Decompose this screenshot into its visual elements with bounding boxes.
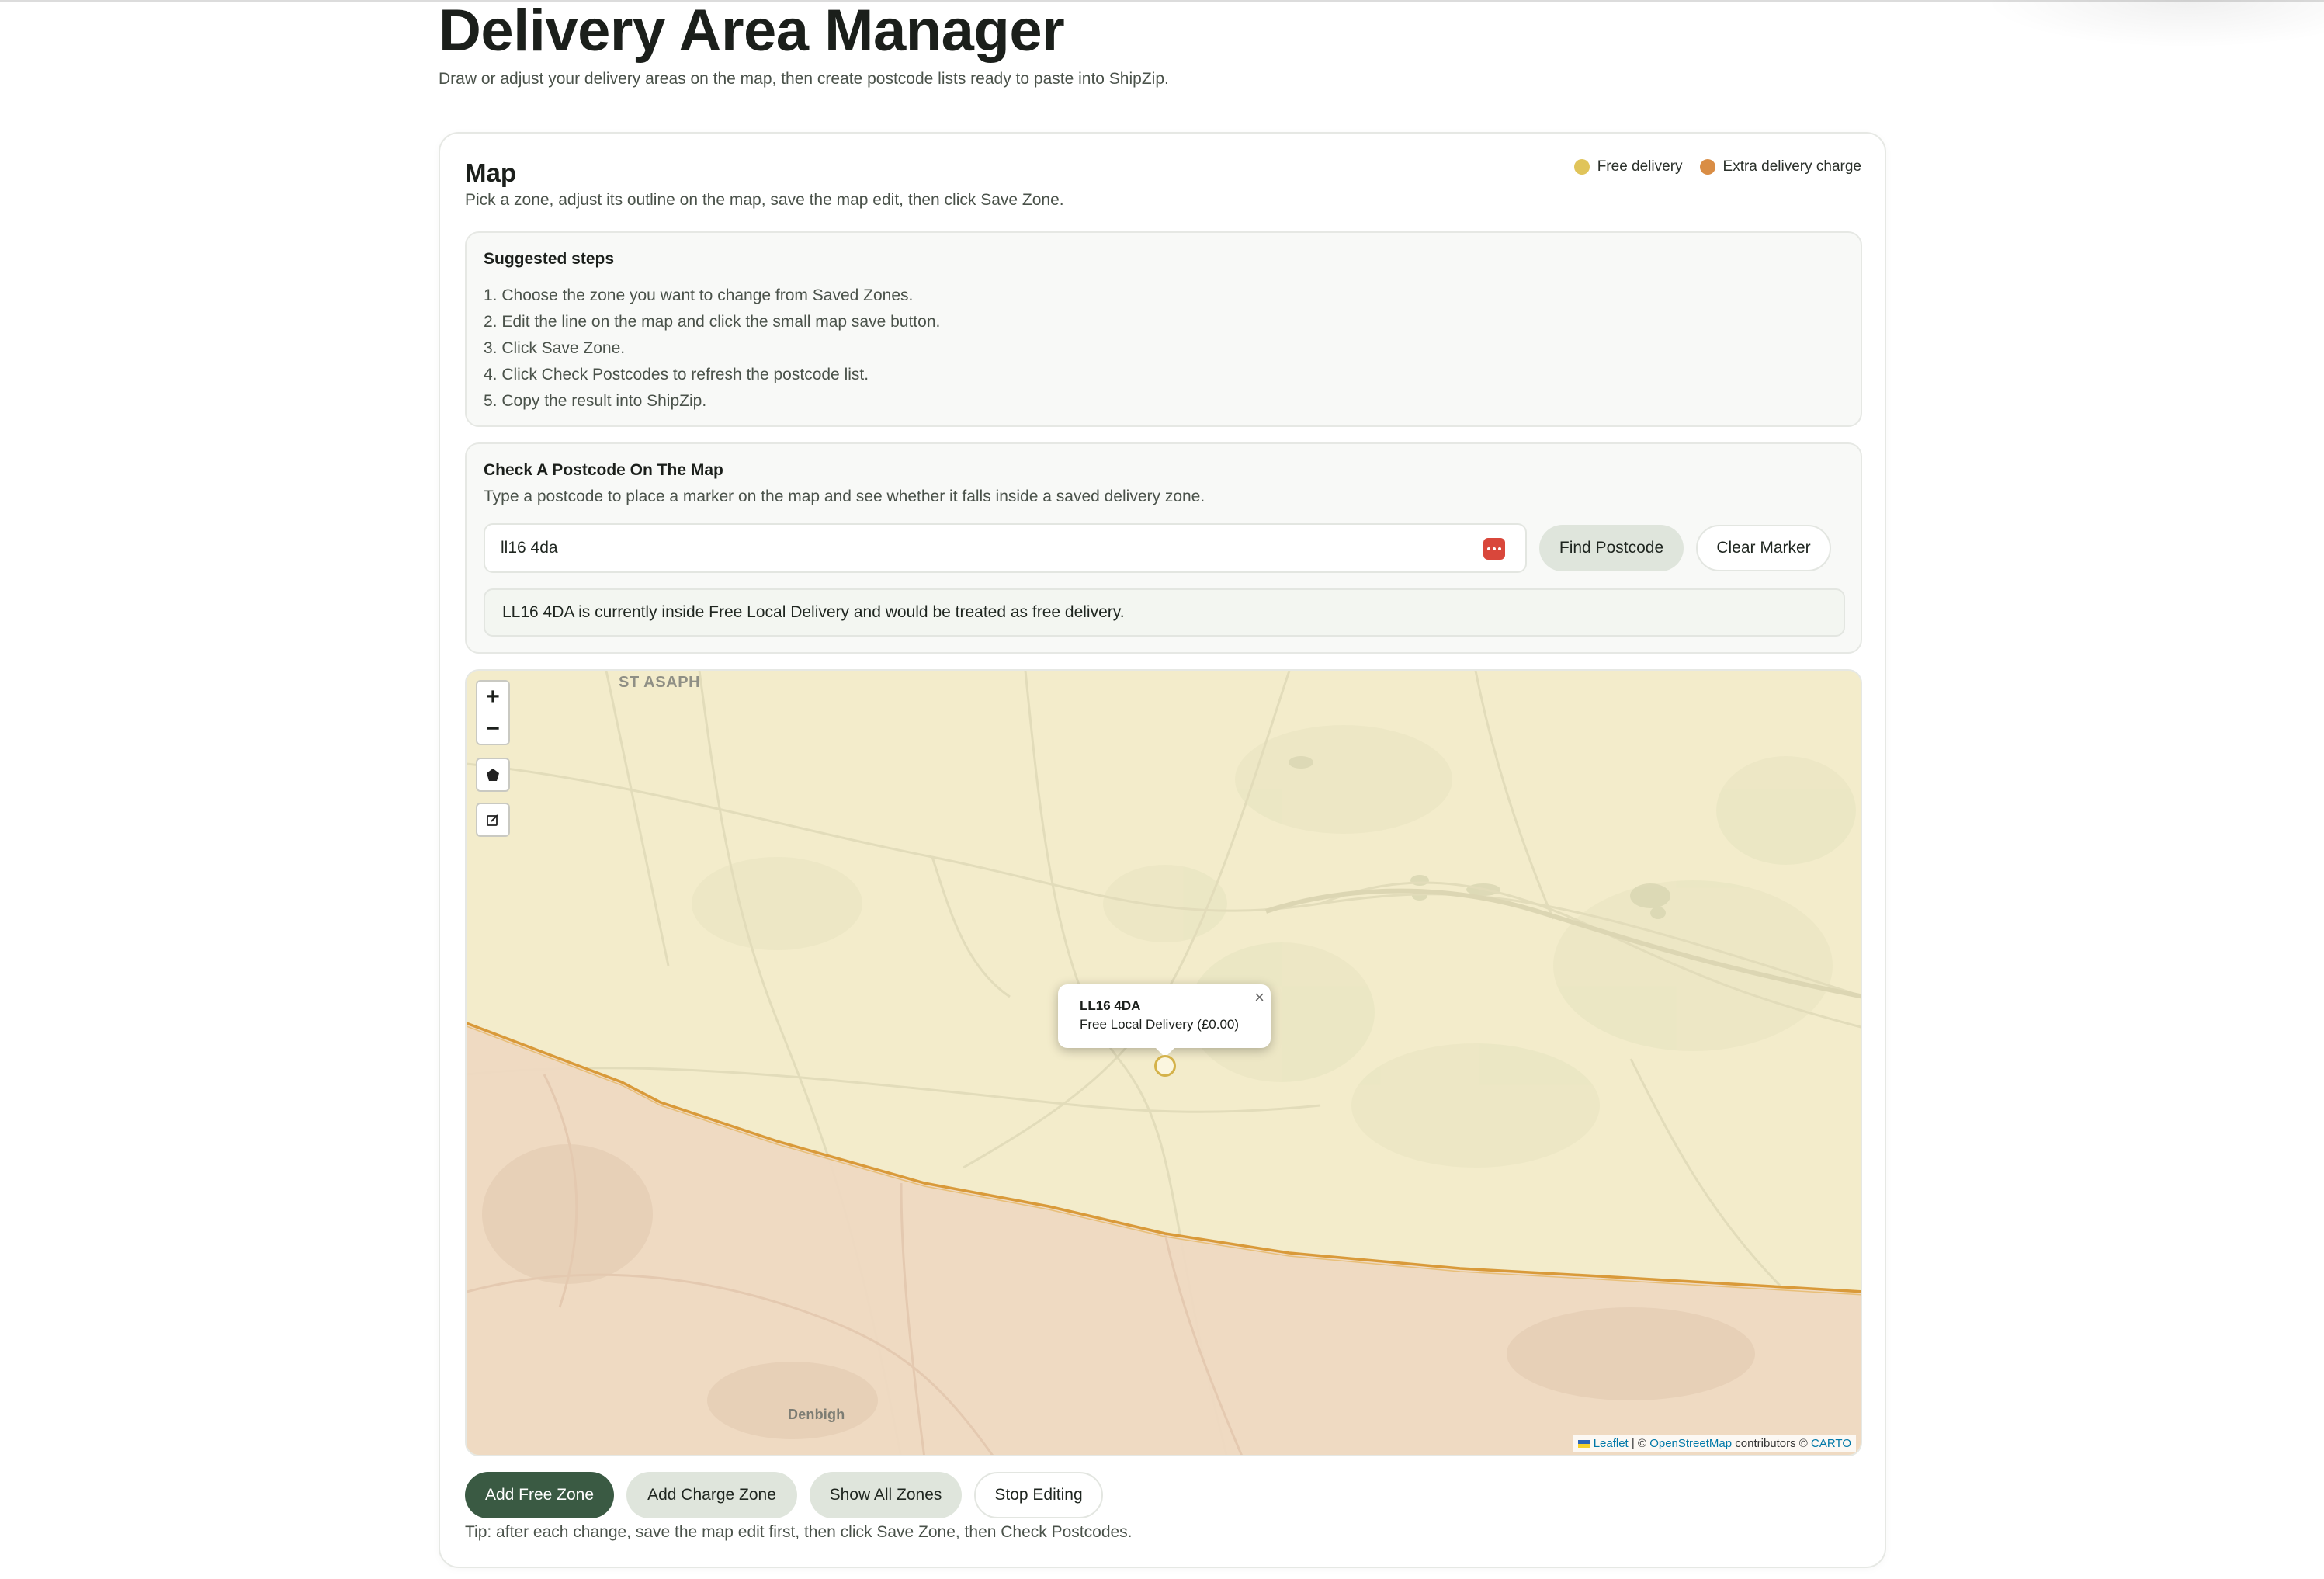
top-shadow: [1982, 0, 2324, 48]
ukraine-flag-icon: [1577, 1440, 1590, 1449]
polygon-icon: [487, 769, 499, 781]
legend-label-charge: Extra delivery charge: [1722, 158, 1861, 175]
marker-popup: × LL16 4DA Free Local Delivery (£0.00): [1058, 984, 1271, 1057]
step-item: 1. Choose the zone you want to change fr…: [484, 286, 914, 304]
place-label-denbigh: Denbigh: [788, 1407, 845, 1422]
show-all-zones-button[interactable]: Show All Zones: [810, 1472, 962, 1518]
attribution-sep: contributors ©: [1732, 1437, 1812, 1450]
legend: Free delivery Extra delivery charge: [1566, 158, 1861, 175]
clear-marker-button[interactable]: Clear Marker: [1696, 525, 1831, 571]
zoom-out-button[interactable]: −: [477, 713, 508, 744]
check-title: Check A Postcode On The Map: [484, 461, 723, 479]
zoom-control: + −: [476, 680, 510, 745]
attribution-sep: | ©: [1628, 1437, 1650, 1450]
page-subtitle: Draw or adjust your delivery areas on th…: [439, 70, 1169, 88]
find-postcode-button[interactable]: Find Postcode: [1539, 525, 1684, 571]
popup-title: LL16 4DA: [1080, 998, 1141, 1013]
popup-text: Free Local Delivery (£0.00): [1080, 1017, 1240, 1032]
step-item: 5. Copy the result into ShipZip.: [484, 392, 707, 410]
check-postcode-panel: Check A Postcode On The Map Type a postc…: [465, 442, 1862, 654]
postcode-input-wrapper: [484, 523, 1527, 573]
password-manager-icon[interactable]: [1483, 538, 1505, 560]
draw-polygon-button[interactable]: [476, 758, 510, 792]
map-card: Map Pick a zone, adjust its outline on t…: [439, 132, 1886, 1568]
page-title: Delivery Area Manager: [439, 0, 1065, 64]
add-free-zone-button[interactable]: Add Free Zone: [465, 1472, 614, 1518]
map-card-title: Map: [465, 158, 516, 187]
stop-editing-button[interactable]: Stop Editing: [974, 1472, 1103, 1518]
legend-label-free: Free delivery: [1597, 158, 1683, 175]
legend-item-free: Free delivery: [1573, 158, 1683, 175]
popup-close-icon[interactable]: ×: [1254, 987, 1264, 1008]
postcode-marker-icon[interactable]: [1154, 1055, 1176, 1077]
step-item: 2. Edit the line on the map and click th…: [484, 313, 941, 331]
postcode-input[interactable]: [501, 525, 1479, 571]
add-charge-zone-button[interactable]: Add Charge Zone: [626, 1472, 797, 1518]
steps-list: 1. Choose the zone you want to change fr…: [484, 283, 940, 415]
step-item: 4. Click Check Postcodes to refresh the …: [484, 366, 869, 383]
map-card-subtitle: Pick a zone, adjust its outline on the m…: [465, 191, 1064, 209]
edit-layers-button[interactable]: [476, 803, 510, 837]
place-label-st-asaph: ST ASAPH: [619, 674, 701, 691]
legend-dot-free-icon: [1573, 159, 1590, 175]
edit-icon: [487, 814, 498, 826]
map-attribution: Leaflet | © OpenStreetMap contributors ©…: [1573, 1435, 1856, 1452]
postcode-result: LL16 4DA is currently inside Free Local …: [484, 588, 1845, 637]
top-rule: [0, 0, 2324, 2]
legend-dot-charge-icon: [1699, 159, 1715, 175]
step-item: 3. Click Save Zone.: [484, 339, 626, 357]
suggested-steps-panel: Suggested steps 1. Choose the zone you w…: [465, 231, 1862, 427]
leaflet-link[interactable]: Leaflet: [1594, 1437, 1629, 1450]
steps-title: Suggested steps: [484, 250, 615, 268]
osm-link[interactable]: OpenStreetMap: [1649, 1437, 1732, 1450]
tip-text: Tip: after each change, save the map edi…: [465, 1523, 1133, 1541]
legend-item-charge: Extra delivery charge: [1699, 158, 1861, 175]
check-subtitle: Type a postcode to place a marker on the…: [484, 488, 1205, 505]
delivery-map[interactable]: + − ST ASAPH Denbigh × LL16 4DA Free Loc…: [465, 669, 1862, 1456]
zoom-in-button[interactable]: +: [477, 682, 508, 713]
carto-link[interactable]: CARTO: [1811, 1437, 1851, 1450]
